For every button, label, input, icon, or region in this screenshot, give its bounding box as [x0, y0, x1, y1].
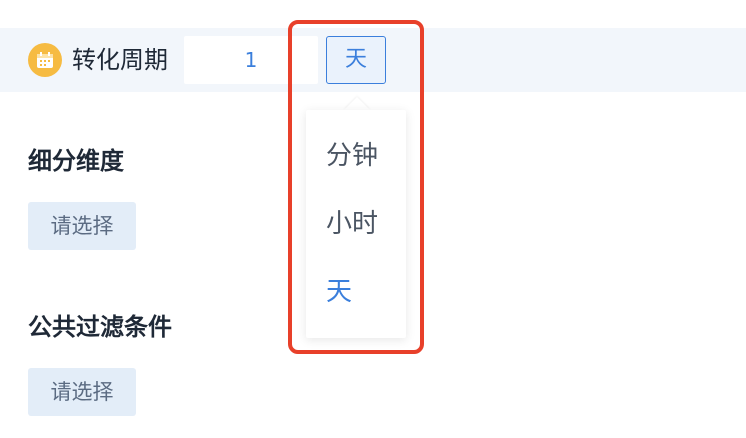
conversion-period-label: 转化周期 [72, 46, 168, 74]
annotation-highlight-box [288, 20, 424, 354]
public-filter-title: 公共过滤条件 [28, 313, 172, 341]
page: 转化周期 1 天 分钟 小时 天 细分维度 请选择 公共过滤条件 请选择 [0, 0, 746, 438]
public-filter-select-button[interactable]: 请选择 [28, 368, 136, 416]
segment-dimension-title: 细分维度 [28, 147, 124, 175]
segment-dimension-select-button[interactable]: 请选择 [28, 202, 136, 250]
calendar-icon [28, 43, 62, 77]
